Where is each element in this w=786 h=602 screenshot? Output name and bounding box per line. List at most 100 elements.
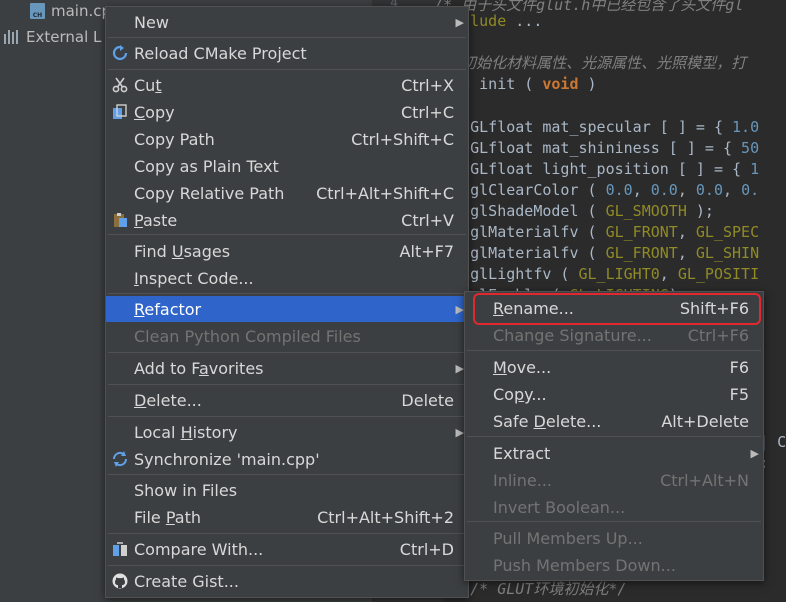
submenu-item-push-members-down: Push Members Down...: [465, 552, 763, 578]
menu-item-label: Inspect Code...: [134, 268, 254, 288]
tree-item-external-libraries[interactable]: External L: [4, 26, 101, 48]
refactor-submenu: Rename... Shift+F6 Change Signature... Ctrl…: [464, 291, 764, 581]
code-token: void: [542, 75, 579, 93]
code-line: glClearColor ( 0.0, 0.0, 0.0, 0.: [434, 180, 759, 201]
menu-item-local-history[interactable]: Local History ▶: [106, 419, 468, 445]
code-token: ,: [632, 181, 651, 199]
menu-item-label: Local History: [134, 422, 238, 442]
menu-item-show-in-files[interactable]: Show in Files: [106, 477, 468, 503]
code-token: ,: [677, 244, 696, 262]
menu-item-shortcut: Ctrl+D: [399, 539, 454, 559]
menu-separator: [108, 565, 466, 566]
menu-item-label: Copy Relative Path: [134, 183, 285, 203]
submenu-arrow-icon: ▶: [455, 302, 464, 316]
submenu-item-copy[interactable]: Copy... F5: [465, 381, 763, 407]
submenu-item-pull-members-up: Pull Members Up...: [465, 525, 763, 551]
compare-icon: [111, 540, 129, 558]
submenu-item-change-signature: Change Signature... Ctrl+F6: [465, 322, 763, 348]
code-token: GL_LIGHT0: [578, 265, 660, 283]
code-token: // 初始化材料属性、光源属性、光照模型，打: [434, 54, 747, 72]
code-token: GL_SPEC: [695, 223, 760, 241]
paste-icon: [111, 211, 129, 229]
code-token: 0.0: [695, 181, 723, 199]
menu-separator: [108, 352, 466, 353]
menu-separator: [467, 350, 761, 351]
menu-item-label: Clean Python Compiled Files: [134, 326, 361, 346]
menu-item-shortcut: Ctrl+X: [401, 75, 454, 95]
code-line: glMaterialfv ( GL_FRONT, GL_SHIN: [434, 243, 759, 264]
menu-item-label: Copy as Plain Text: [134, 156, 279, 176]
menu-item-copy-plain-text[interactable]: Copy as Plain Text: [106, 153, 468, 179]
rename-highlight-annotation: [473, 293, 761, 325]
menu-item-new[interactable]: New ▶: [106, 9, 468, 35]
submenu-item-safe-delete[interactable]: Safe Delete... Alt+Delete: [465, 408, 763, 434]
menu-item-label: Push Members Down...: [493, 555, 676, 575]
menu-item-shortcut: Ctrl+Alt+N: [660, 470, 749, 490]
menu-item-synchronize[interactable]: Synchronize 'main.cpp': [106, 446, 468, 472]
menu-item-copy-path[interactable]: Copy Path Ctrl+Shift+C: [106, 126, 468, 152]
code-token: 1: [750, 160, 760, 178]
menu-separator: [108, 416, 466, 417]
menu-item-file-path[interactable]: File Path Ctrl+Alt+Shift+2: [106, 504, 468, 530]
code-token: ,: [723, 181, 742, 199]
menu-item-copy[interactable]: Copy Ctrl+C: [106, 99, 468, 125]
menu-item-label: Change Signature...: [493, 325, 652, 345]
code-token: GL_POSITI: [677, 265, 760, 283]
menu-item-refactor[interactable]: Refactor ▶: [106, 296, 468, 322]
submenu-arrow-icon: ▶: [455, 361, 464, 375]
submenu-arrow-icon: ▶: [455, 15, 464, 29]
code-token: 50: [741, 139, 760, 157]
menu-separator: [108, 69, 466, 70]
menu-item-compare-with[interactable]: Compare With... Ctrl+D: [106, 536, 468, 562]
menu-item-add-favorites[interactable]: Add to Favorites ▶: [106, 355, 468, 381]
code-token: ,: [677, 223, 696, 241]
code-token: ): [578, 75, 597, 93]
menu-separator: [467, 436, 761, 437]
submenu-arrow-icon: ▶: [455, 425, 464, 439]
menu-item-label: Safe Delete...: [493, 411, 602, 431]
code-token: GL_SHIN: [695, 244, 760, 262]
submenu-item-move[interactable]: Move... F6: [465, 354, 763, 380]
submenu-item-inline: Inline... Ctrl+Alt+N: [465, 467, 763, 493]
menu-item-shortcut: F5: [729, 384, 749, 404]
menu-item-cut[interactable]: Cut Ctrl+X: [106, 72, 468, 98]
menu-item-label: Paste: [134, 210, 178, 230]
code-token: 1.0: [732, 118, 760, 136]
copy-icon: [111, 103, 129, 121]
tree-item-main-cpp[interactable]: CH main.cp: [30, 0, 111, 22]
menu-item-create-gist[interactable]: Create Gist...: [106, 568, 468, 594]
menu-item-delete[interactable]: Delete... Delete: [106, 387, 468, 413]
menu-item-label: Create Gist...: [134, 571, 239, 591]
menu-item-label: Refactor: [134, 299, 202, 319]
menu-item-shortcut: F6: [729, 357, 749, 377]
menu-item-label: Inline...: [493, 470, 552, 490]
cpp-file-icon: CH: [30, 3, 45, 19]
code-line: GLfloat mat_specular [ ] = { 1.0: [434, 117, 759, 138]
reload-icon: [111, 44, 129, 62]
scissors-icon: [111, 76, 129, 94]
menu-item-paste[interactable]: Paste Ctrl+V: [106, 207, 468, 233]
submenu-item-extract[interactable]: Extract ▶: [465, 440, 763, 466]
menu-item-label: Reload CMake Project: [134, 43, 307, 63]
menu-item-reload-cmake[interactable]: Reload CMake Project: [106, 40, 468, 66]
menu-item-label: Pull Members Up...: [493, 528, 643, 548]
menu-item-label: Cut: [134, 75, 162, 95]
code-token: );: [686, 202, 714, 220]
code-token: init (: [470, 75, 543, 93]
menu-item-find-usages[interactable]: Find Usages Alt+F7: [106, 238, 468, 264]
menu-item-label: Copy Path: [134, 129, 215, 149]
menu-item-inspect-code[interactable]: Inspect Code...: [106, 265, 468, 291]
menu-item-label: New: [134, 12, 169, 32]
menu-item-shortcut: Ctrl+Shift+C: [351, 129, 454, 149]
github-icon: [111, 572, 129, 590]
menu-item-label: Compare With...: [134, 539, 264, 559]
menu-item-label: Move...: [493, 357, 552, 377]
code-token: GLfloat mat_specular [ ] = {: [434, 118, 733, 136]
context-menu: New ▶ Reload CMake Project Cut Ctrl+X Copy Ctr…: [105, 6, 469, 598]
code-line: GLfloat mat_shininess [ ] = { 50: [434, 138, 759, 159]
sync-icon: [111, 450, 129, 468]
menu-item-copy-relative-path[interactable]: Copy Relative Path Ctrl+Alt+Shift+C: [106, 180, 468, 206]
menu-item-label: Add to Favorites: [134, 358, 264, 378]
menu-item-label: Synchronize 'main.cpp': [134, 449, 320, 469]
menu-separator: [108, 384, 466, 385]
